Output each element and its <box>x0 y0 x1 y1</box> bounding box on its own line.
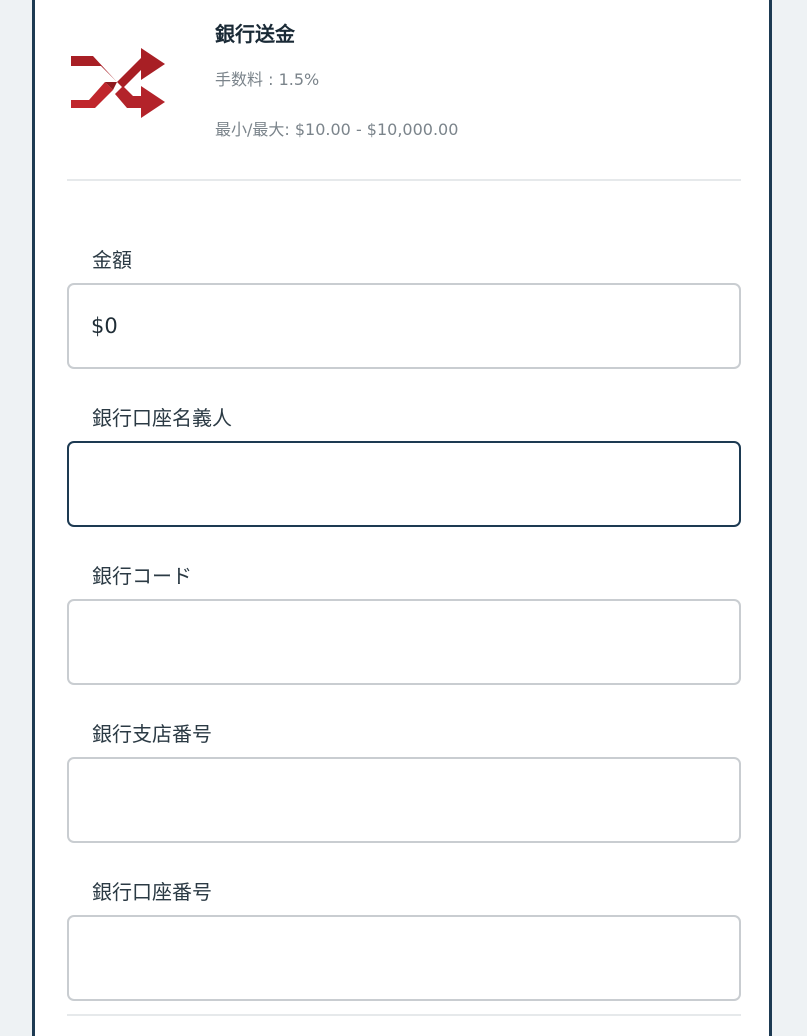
branch-number-label: 銀行支店番号 <box>92 722 212 746</box>
amount-input[interactable] <box>67 283 741 369</box>
method-fee: 手数料 : 1.5% <box>215 70 320 89</box>
account-number-input[interactable] <box>67 915 741 1001</box>
branch-number-input[interactable] <box>67 757 741 843</box>
amount-label: 金額 <box>92 248 132 272</box>
bank-code-input[interactable] <box>67 599 741 685</box>
shuffle-icon <box>71 48 165 118</box>
method-title: 銀行送金 <box>215 22 295 46</box>
method-limits: 最小/最大: $10.00 - $10,000.00 <box>215 120 459 139</box>
footer-divider <box>67 1014 741 1016</box>
account-holder-label: 銀行口座名義人 <box>92 406 232 430</box>
account-number-label: 銀行口座番号 <box>92 880 212 904</box>
header-divider <box>67 179 741 181</box>
payment-method-header: 銀行送金 手数料 : 1.5% 最小/最大: $10.00 - $10,000.… <box>35 0 769 180</box>
bank-code-label: 銀行コード <box>92 564 192 588</box>
account-holder-input[interactable] <box>67 441 741 527</box>
withdrawal-card: 銀行送金 手数料 : 1.5% 最小/最大: $10.00 - $10,000.… <box>32 0 772 1036</box>
